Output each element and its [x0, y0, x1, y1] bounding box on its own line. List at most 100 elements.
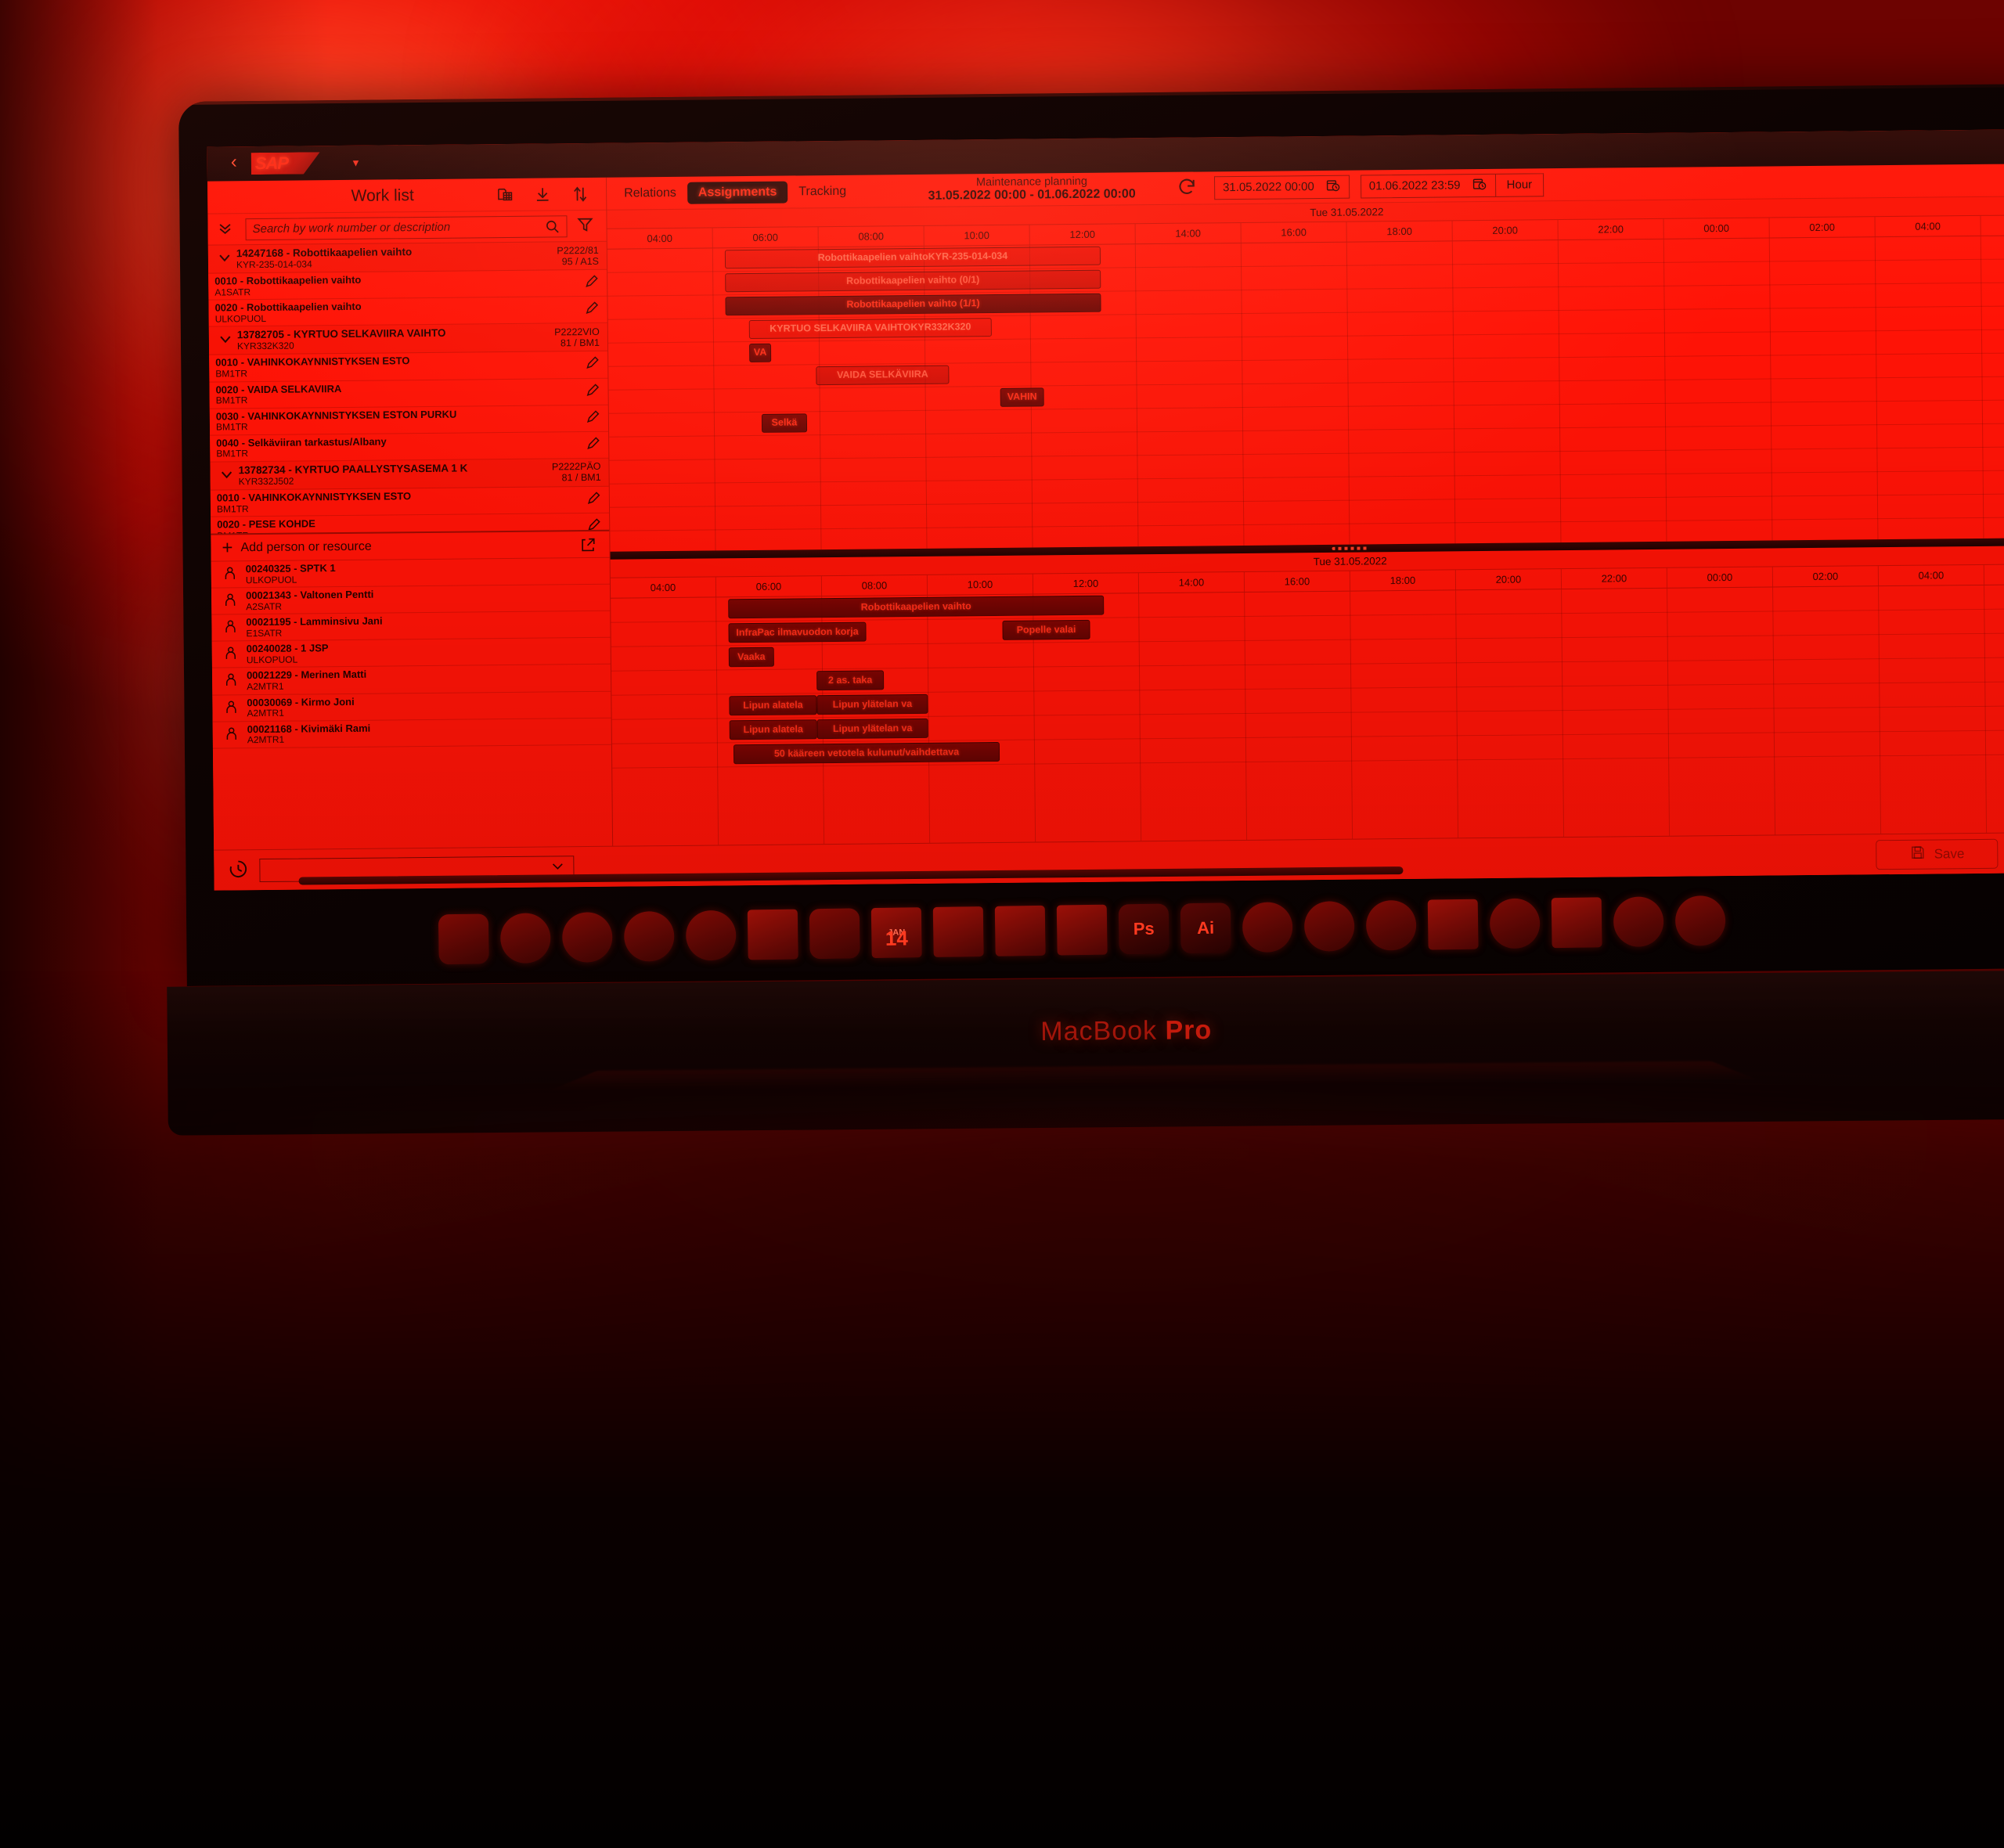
- edit-pencil-icon[interactable]: [583, 301, 599, 319]
- sort-icon[interactable]: [571, 185, 589, 202]
- tab-assignments[interactable]: Assignments: [687, 181, 788, 204]
- sap-logo[interactable]: SAP: [251, 152, 320, 175]
- date-from-field[interactable]: 31.05.2022 00:00: [1213, 175, 1350, 200]
- time-unit-select[interactable]: Hour: [1495, 172, 1544, 197]
- gantt-panel: Relations Assignments Tracking Maintenan…: [606, 163, 2004, 846]
- edit-pencil-icon[interactable]: [584, 382, 600, 400]
- gantt-bar[interactable]: VAIDA SELKÄVIIRA: [816, 365, 950, 386]
- filter-icon[interactable]: [576, 216, 593, 236]
- gantt-bar[interactable]: 50 kääreen vetotela kulunut/vaihdettava: [733, 741, 1000, 765]
- system-preferences-icon[interactable]: [809, 908, 860, 960]
- gantt-bar[interactable]: VA: [748, 343, 772, 363]
- opera-icon[interactable]: [623, 910, 675, 962]
- finder-icon[interactable]: [438, 913, 489, 965]
- mail-stamp-icon[interactable]: [747, 909, 798, 960]
- gantt-bar[interactable]: InfraPac ilmavuodon korja: [728, 621, 867, 643]
- search-input[interactable]: [252, 219, 545, 236]
- launchpad-icon[interactable]: [561, 912, 613, 963]
- chevron-down-icon[interactable]: [214, 467, 238, 485]
- gantt-bar[interactable]: Lipun ylätelan va: [816, 693, 928, 715]
- photos-icon[interactable]: [499, 913, 551, 964]
- resource-row[interactable]: 00030069 - Kirmo Joni A2MTR1: [212, 691, 611, 722]
- bug-icon[interactable]: [1303, 900, 1355, 952]
- gantt-bar[interactable]: Selkä: [761, 413, 808, 433]
- edit-pencil-icon[interactable]: [584, 355, 600, 373]
- bottom-gantt-chart[interactable]: Robottikaapelien vaihto InfraPac ilmavuod…: [611, 584, 2004, 846]
- history-clock-icon[interactable]: [228, 859, 248, 881]
- safari-icon[interactable]: [685, 910, 737, 961]
- notes-icon[interactable]: [1427, 899, 1479, 950]
- chevron-down-icon[interactable]: [550, 858, 565, 876]
- tab-tracking[interactable]: Tracking: [788, 180, 857, 203]
- resource-row[interactable]: 00021343 - Valtonen Pentti A2SATR: [211, 584, 611, 615]
- news-icon[interactable]: [1056, 904, 1108, 956]
- messages-icon[interactable]: [1365, 899, 1417, 951]
- worklist-operation-row[interactable]: 0040 - Selkäviiran tarkastus/Albany BM1TR: [210, 431, 609, 463]
- app-hex-icon[interactable]: [1242, 902, 1293, 953]
- date-to-field[interactable]: 01.06.2022 23:59: [1360, 173, 1496, 199]
- gantt-bar[interactable]: Lipun alatela: [729, 695, 817, 716]
- back-icon[interactable]: ‹: [218, 151, 251, 175]
- period-display: Maintenance planning 31.05.2022 00:00 - …: [903, 175, 1161, 203]
- worklist-operation-row[interactable]: 0010 - VAHINKOKAYNNISTYKSEN ESTO BM1TR: [209, 351, 608, 383]
- resource-row[interactable]: 00021195 - Lamminsivu Jani E1SATR: [211, 611, 611, 642]
- top-gantt-chart[interactable]: Robottikaapelien vaihto KYR-235-014-034 Ro…: [607, 235, 2004, 552]
- pages-icon[interactable]: [932, 906, 984, 957]
- search-icon[interactable]: [544, 218, 560, 234]
- timeline-hour-label: 14:00: [1135, 222, 1242, 244]
- chevron-down-icon[interactable]: [213, 250, 236, 268]
- worklist-order-row[interactable]: 14247168 - Robottikaapelien vaihto KYR-23…: [207, 241, 607, 274]
- gantt-bar[interactable]: Robottikaapelien vaihto (1/1): [725, 293, 1101, 316]
- gantt-bar[interactable]: Popelle valai: [1002, 619, 1090, 640]
- appstore-icon[interactable]: [1674, 895, 1726, 946]
- worklist-order-row[interactable]: 13782705 - KYRTUO SELKAVIIRA VAIHTO KYR33…: [208, 323, 608, 356]
- resource-title: 00021195 - Lamminsivu Jani: [246, 614, 383, 629]
- download-icon[interactable]: [534, 186, 551, 203]
- calendar-clock-icon[interactable]: [1471, 175, 1487, 194]
- edit-pencil-icon[interactable]: [583, 274, 599, 292]
- worklist-operation-row[interactable]: 0020 - VAIDA SELKAVIIRA BM1TR: [209, 378, 608, 409]
- photoshop-icon[interactable]: Ps: [1118, 903, 1170, 955]
- double-chevron-down-icon[interactable]: [214, 219, 236, 239]
- gantt-bar[interactable]: 2 as. taka: [816, 670, 885, 691]
- gantt-bar[interactable]: VAHIN: [1000, 387, 1044, 407]
- gantt-bar[interactable]: Vaaka: [728, 647, 774, 668]
- numbers-icon[interactable]: [1551, 897, 1602, 949]
- resource-row[interactable]: 00240325 - SPTK 1 ULKOPUOL: [211, 557, 610, 589]
- illustrator-icon[interactable]: Ai: [1180, 902, 1231, 954]
- music-icon[interactable]: [1613, 896, 1664, 948]
- share-export-icon[interactable]: [579, 535, 597, 553]
- resource-rows[interactable]: 00240325 - SPTK 1 ULKOPUOL 00021343 - Valt…: [211, 557, 613, 850]
- worklist-operation-row[interactable]: 0020 - Robottikaapelien vaihto ULKOPUOL: [208, 296, 607, 327]
- calendar-clock-icon[interactable]: [1325, 177, 1341, 196]
- calendar-icon[interactable]: JAN 14: [870, 907, 922, 959]
- gantt-bar[interactable]: Robottikaapelien vaihto: [728, 595, 1105, 619]
- resource-row[interactable]: 00240028 - 1 JSP ULKOPUOL: [211, 638, 611, 669]
- resource-row[interactable]: 00021229 - Merinen Matti A2MTR1: [211, 665, 611, 696]
- worklist-order-row[interactable]: 13782734 - KYRTUO PAALLYSTYSASEMA 1 K KYR…: [210, 458, 609, 491]
- macos-dock[interactable]: JAN 14 Ps Ai: [421, 879, 2004, 976]
- gantt-bar[interactable]: Lipun alatela: [729, 719, 817, 740]
- edit-pencil-icon[interactable]: [585, 436, 600, 454]
- reminders-icon[interactable]: [994, 905, 1046, 956]
- edit-pencil-icon[interactable]: [586, 491, 601, 509]
- chevron-down-icon[interactable]: [214, 332, 237, 350]
- chevron-down-icon[interactable]: ▾: [353, 156, 359, 170]
- worklist-operation-row[interactable]: 0030 - VAHINKOKAYNNISTYKSEN ESTON PURKU B…: [209, 405, 609, 436]
- refresh-icon[interactable]: [1177, 177, 1197, 200]
- gantt-bar[interactable]: Lipun ylätelan va: [816, 718, 928, 740]
- worklist-rows[interactable]: 14247168 - Robottikaapelien vaihto KYR-23…: [207, 241, 610, 534]
- add-person-or-resource-row[interactable]: + Add person or resource: [211, 529, 610, 562]
- table-export-icon[interactable]: [496, 186, 514, 203]
- search-input-wrapper[interactable]: [245, 214, 568, 240]
- tab-relations[interactable]: Relations: [613, 182, 687, 204]
- gantt-bar[interactable]: Robottikaapelien vaihto KYR-235-014-034: [724, 246, 1101, 269]
- gantt-bar[interactable]: Robottikaapelien vaihto (0/1): [725, 269, 1101, 293]
- date-from-value: 31.05.2022 00:00: [1222, 180, 1314, 195]
- worklist-operation-row[interactable]: 0010 - Robottikaapelien vaihto A1SATR: [208, 269, 607, 301]
- resource-row[interactable]: 00021168 - Kivimäki Rami A2MTR1: [212, 718, 611, 749]
- gantt-bar[interactable]: KYRTUO SELKAVIIRA VAIHTO KYR332K320: [748, 318, 992, 340]
- edit-pencil-icon[interactable]: [585, 409, 600, 427]
- capture-icon[interactable]: [1489, 898, 1541, 949]
- worklist-operation-row[interactable]: 0010 - VAHINKOKAYNNISTYKSEN ESTO BM1TR: [210, 486, 610, 517]
